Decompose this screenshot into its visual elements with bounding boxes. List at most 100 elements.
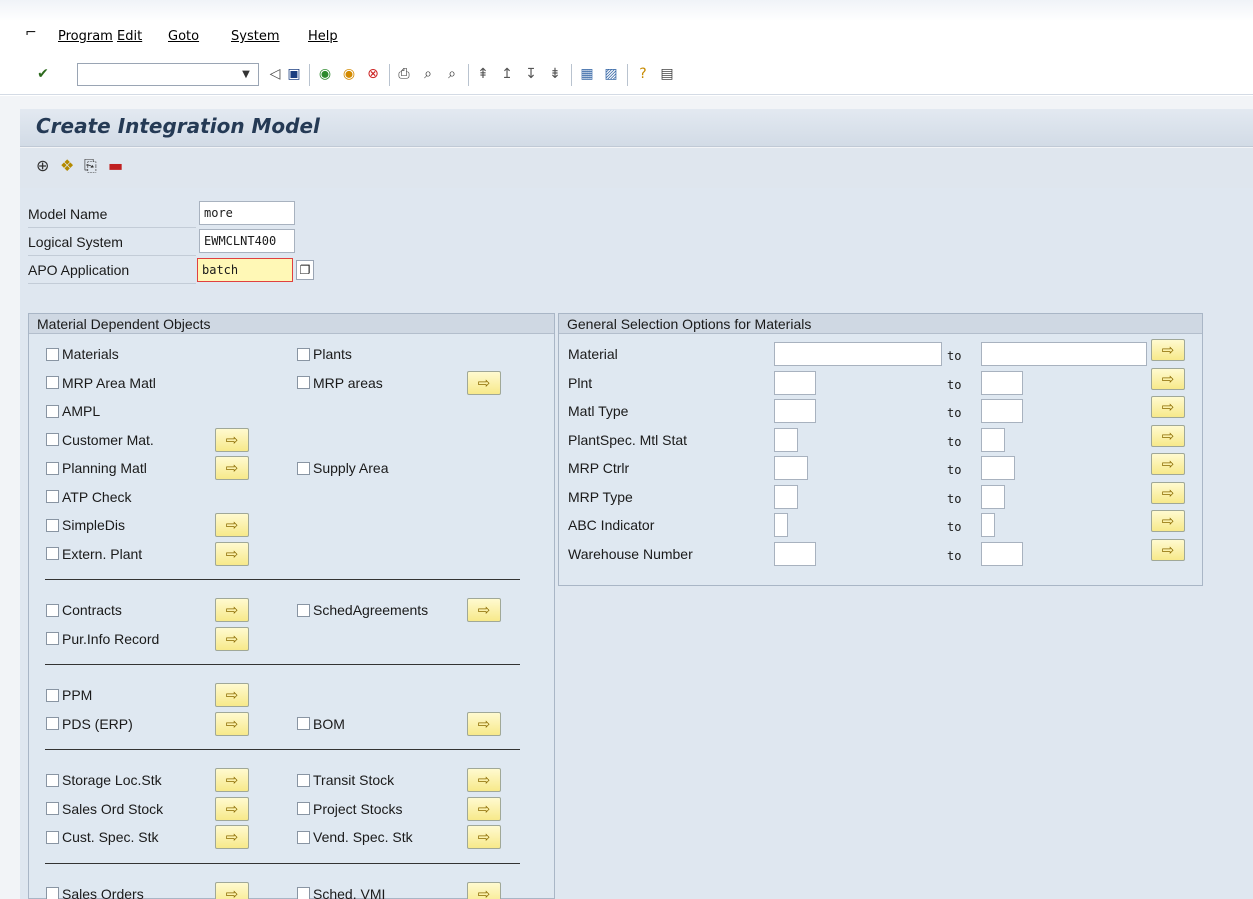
selection-from-field[interactable] bbox=[774, 484, 798, 509]
selection-arrow-button[interactable]: ⇨ bbox=[467, 796, 501, 821]
selection-arrow-button[interactable]: ⇨ bbox=[467, 711, 501, 736]
command-field[interactable] bbox=[77, 63, 259, 86]
menu-program[interactable]: Program bbox=[58, 29, 113, 44]
value-help-icon[interactable]: ❐ bbox=[296, 260, 314, 280]
create-shortcut-icon[interactable]: ▨ bbox=[602, 65, 620, 83]
selection-arrow-button[interactable]: ⇨ bbox=[215, 796, 249, 821]
checkbox[interactable] bbox=[46, 490, 59, 503]
checkbox[interactable] bbox=[46, 376, 59, 389]
selection-arrow-button[interactable]: ⇨ bbox=[215, 825, 249, 849]
find-icon[interactable]: ⌕ bbox=[419, 65, 437, 83]
checkbox[interactable] bbox=[297, 717, 310, 730]
checkbox-item[interactable]: SchedAgreements bbox=[297, 600, 428, 620]
checkbox-item[interactable]: Sched. VMI bbox=[297, 884, 385, 899]
selection-arrow-button[interactable]: ⇨ bbox=[467, 881, 501, 899]
checkbox[interactable] bbox=[46, 518, 59, 532]
checkbox[interactable] bbox=[46, 347, 59, 361]
checkbox-item[interactable]: PPM bbox=[46, 685, 92, 705]
menu-goto[interactable]: Goto bbox=[168, 29, 199, 44]
multiple-selection-button[interactable]: ⇨ bbox=[1151, 453, 1185, 475]
selection-to-field[interactable] bbox=[981, 513, 995, 537]
print-icon[interactable]: ⎙ bbox=[395, 65, 413, 83]
selection-from-field[interactable] bbox=[774, 399, 816, 423]
menu-edit[interactable]: Edit bbox=[117, 29, 142, 44]
checkbox-item[interactable]: Plants bbox=[297, 344, 352, 364]
checkbox[interactable] bbox=[297, 802, 310, 815]
selection-from-field[interactable] bbox=[774, 342, 942, 366]
menu-toggle-icon[interactable]: ⌐ bbox=[25, 25, 37, 41]
checkbox-item[interactable]: MRP Area Matl bbox=[46, 373, 156, 393]
next-page-icon[interactable]: ↧ bbox=[522, 65, 540, 83]
checkbox[interactable] bbox=[297, 773, 310, 787]
save-icon[interactable]: ▣ bbox=[285, 65, 303, 83]
selection-from-field[interactable] bbox=[774, 370, 816, 395]
checkbox-item[interactable]: Cust. Spec. Stk bbox=[46, 827, 158, 847]
checkbox-item[interactable]: Transit Stock bbox=[297, 770, 394, 790]
multiple-selection-button[interactable]: ⇨ bbox=[1151, 538, 1185, 561]
checkbox[interactable] bbox=[297, 461, 310, 475]
last-page-icon[interactable]: ⇟ bbox=[546, 65, 564, 83]
checkbox[interactable] bbox=[297, 830, 310, 844]
checkbox-item[interactable]: Storage Loc.Stk bbox=[46, 770, 162, 790]
back-triangle-icon[interactable]: ◁ bbox=[266, 65, 284, 83]
multiple-selection-button[interactable]: ⇨ bbox=[1151, 339, 1185, 361]
checkbox[interactable] bbox=[46, 717, 59, 730]
checkbox-item[interactable]: SimpleDis bbox=[46, 515, 125, 535]
help-icon[interactable]: ? bbox=[634, 65, 652, 83]
multiple-selection-button[interactable]: ⇨ bbox=[1151, 481, 1185, 504]
menu-system[interactable]: System bbox=[231, 29, 279, 44]
selection-arrow-button[interactable]: ⇨ bbox=[215, 711, 249, 736]
selection-arrow-button[interactable]: ⇨ bbox=[215, 427, 249, 452]
checkbox[interactable] bbox=[46, 773, 59, 787]
checkbox[interactable] bbox=[46, 404, 59, 418]
checkbox-item[interactable]: Vend. Spec. Stk bbox=[297, 827, 413, 847]
checkbox-item[interactable]: Supply Area bbox=[297, 458, 389, 478]
get-variant-icon[interactable]: ⎘ bbox=[84, 157, 97, 175]
checkbox-item[interactable]: Pur.Info Record bbox=[46, 629, 159, 649]
checkbox[interactable] bbox=[46, 603, 59, 617]
selection-arrow-button[interactable]: ⇨ bbox=[215, 768, 249, 792]
checkbox-item[interactable]: PDS (ERP) bbox=[46, 714, 133, 734]
selection-arrow-button[interactable]: ⇨ bbox=[467, 768, 501, 792]
checkbox[interactable] bbox=[46, 887, 59, 899]
multiple-selection-button[interactable]: ⇨ bbox=[1151, 424, 1185, 447]
selection-arrow-button[interactable]: ⇨ bbox=[215, 513, 249, 537]
variant-icon[interactable]: ❖ bbox=[60, 157, 74, 175]
checkbox[interactable] bbox=[297, 376, 310, 389]
find-next-icon[interactable]: ⌕ bbox=[443, 65, 461, 83]
multiple-selection-button[interactable]: ⇨ bbox=[1151, 396, 1185, 418]
multiple-selection-button[interactable]: ⇨ bbox=[1151, 367, 1185, 390]
delete-variant-icon[interactable]: ▬ bbox=[108, 157, 123, 175]
checkbox-item[interactable]: AMPL bbox=[46, 401, 100, 421]
enter-checkmark-icon[interactable]: ✔ bbox=[34, 65, 52, 83]
selection-from-field[interactable] bbox=[774, 456, 808, 480]
checkbox-item[interactable]: Project Stocks bbox=[297, 799, 402, 819]
multiple-selection-button[interactable]: ⇨ bbox=[1151, 510, 1185, 532]
checkbox-item[interactable]: Contracts bbox=[46, 600, 122, 620]
selection-to-field[interactable] bbox=[981, 456, 1015, 480]
selection-arrow-button[interactable]: ⇨ bbox=[215, 881, 249, 899]
selection-arrow-button[interactable]: ⇨ bbox=[215, 598, 249, 622]
selection-arrow-button[interactable]: ⇨ bbox=[467, 598, 501, 622]
checkbox[interactable] bbox=[46, 688, 59, 702]
checkbox-item[interactable]: Planning Matl bbox=[46, 458, 147, 478]
exit-icon[interactable]: ◉ bbox=[340, 65, 358, 83]
selection-to-field[interactable] bbox=[981, 399, 1023, 423]
checkbox[interactable] bbox=[297, 887, 310, 899]
checkbox-item[interactable]: Customer Mat. bbox=[46, 430, 154, 450]
checkbox-item[interactable]: Sales Ord Stock bbox=[46, 799, 163, 819]
selection-from-field[interactable] bbox=[774, 513, 788, 537]
selection-to-field[interactable] bbox=[981, 541, 1023, 566]
selection-to-field[interactable] bbox=[981, 427, 1005, 452]
checkbox[interactable] bbox=[297, 347, 310, 361]
create-session-icon[interactable]: ▦ bbox=[578, 65, 596, 83]
logical-system-field[interactable]: EWMCLNT400 bbox=[199, 229, 295, 253]
selection-from-field[interactable] bbox=[774, 541, 816, 566]
checkbox-item[interactable]: Materials bbox=[46, 344, 119, 364]
checkbox[interactable] bbox=[46, 433, 59, 446]
selection-arrow-button[interactable]: ⇨ bbox=[215, 683, 249, 707]
checkbox[interactable] bbox=[46, 830, 59, 844]
selection-from-field[interactable] bbox=[774, 427, 798, 452]
menu-help[interactable]: Help bbox=[308, 29, 338, 44]
back-icon[interactable]: ◉ bbox=[316, 65, 334, 83]
